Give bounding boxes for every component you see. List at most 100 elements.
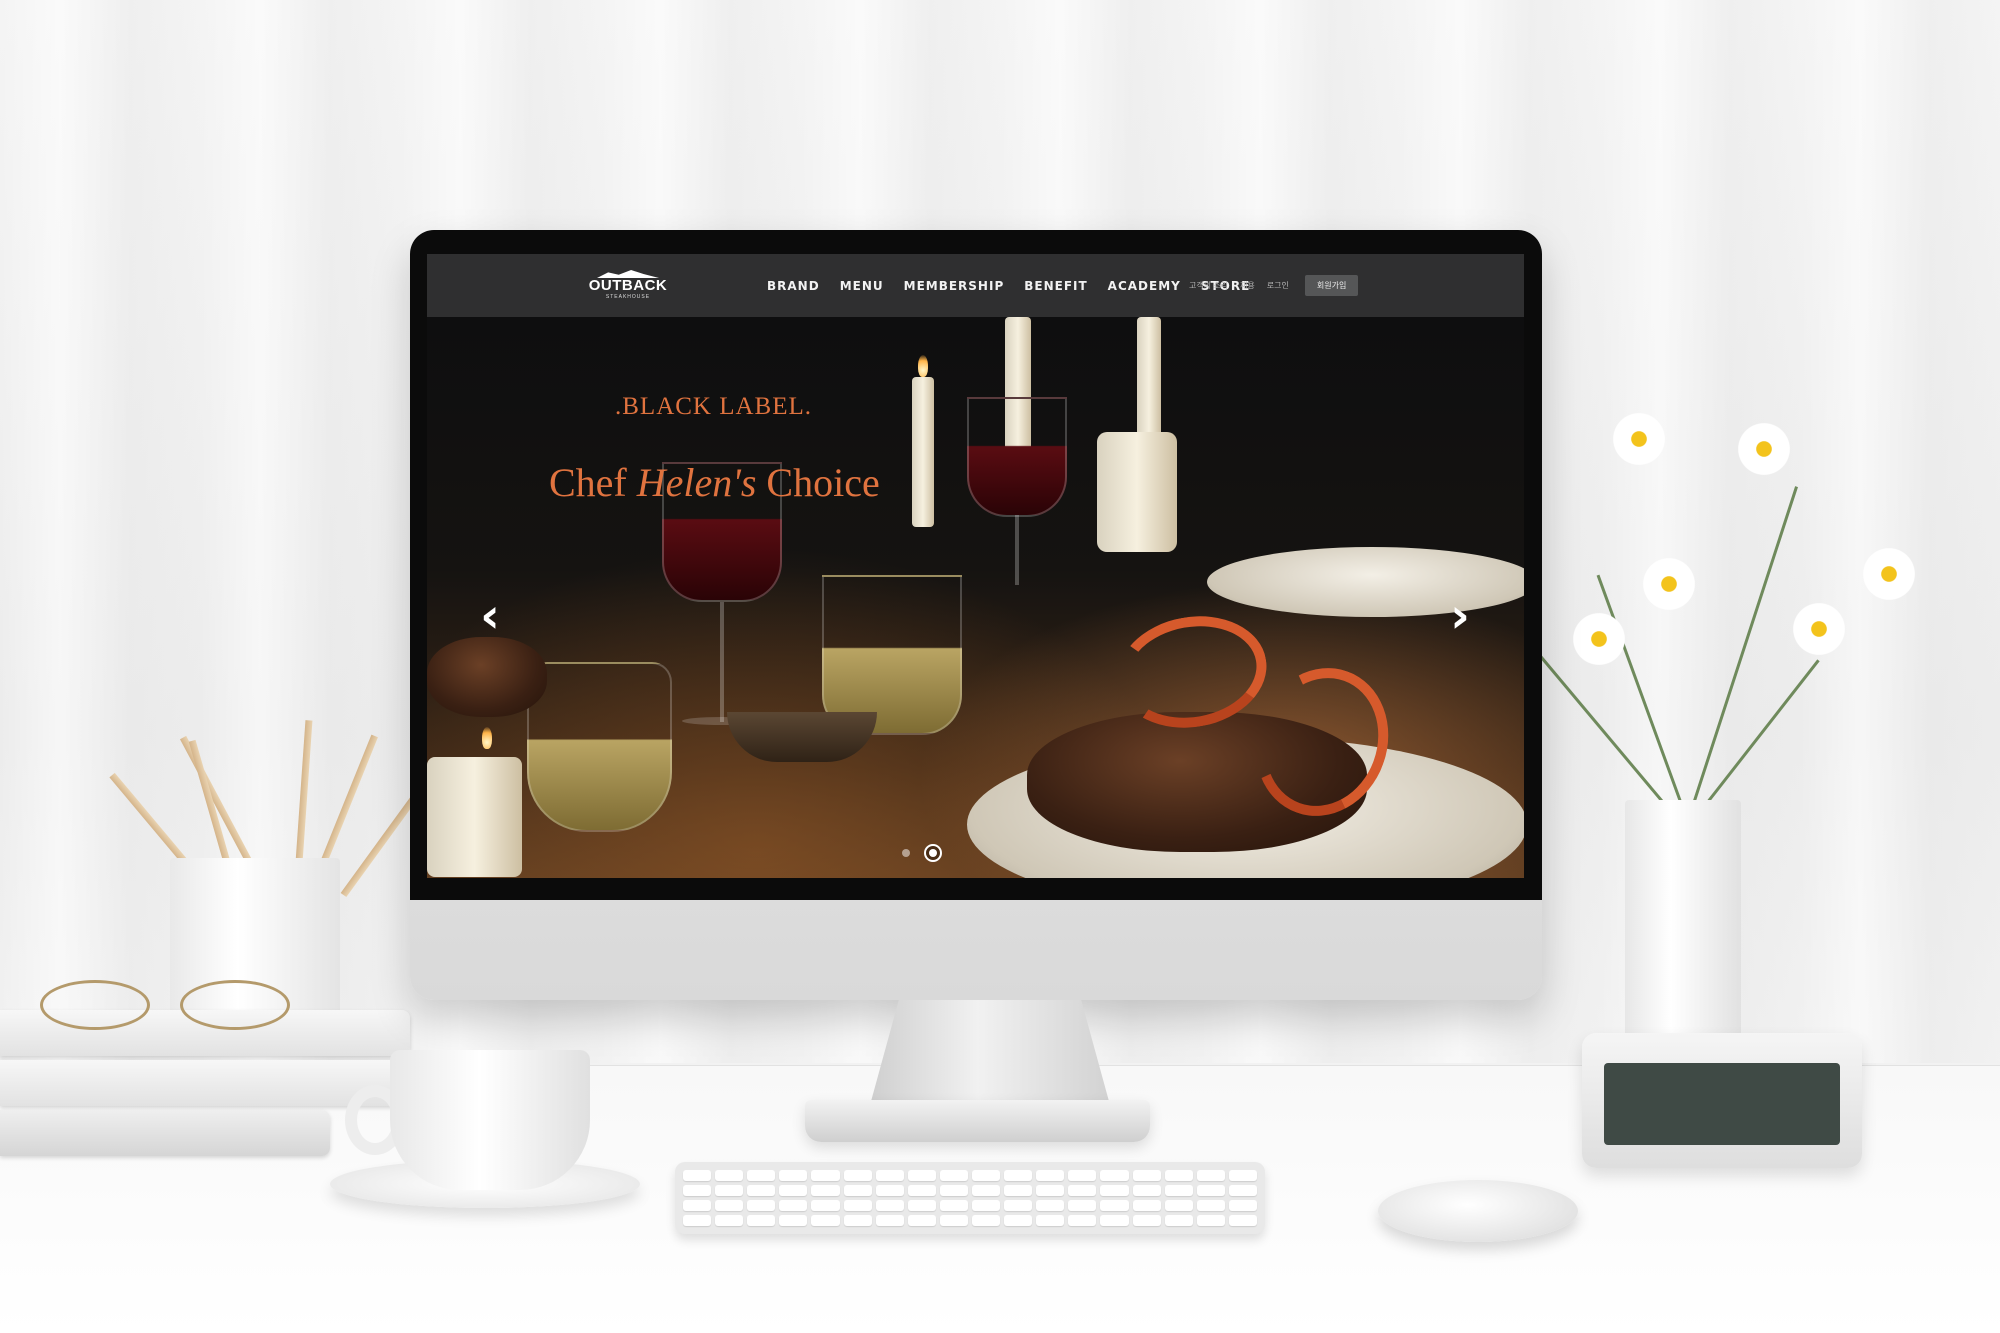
- keyboard-key: [1036, 1170, 1065, 1181]
- keyboard-key: [1068, 1200, 1097, 1211]
- keyboard-key: [1228, 1170, 1257, 1181]
- herb-bowl: [727, 712, 877, 762]
- prev-slide-arrow-icon[interactable]: ‹: [477, 591, 503, 641]
- keyboard-key: [811, 1200, 840, 1211]
- keyboard-key: [715, 1200, 744, 1211]
- keyboard-key: [715, 1170, 744, 1181]
- keyboard-key: [875, 1185, 904, 1196]
- keyboard-key: [971, 1170, 1001, 1181]
- white-wine-glass: [822, 575, 962, 735]
- keyboard-key: [971, 1185, 1001, 1196]
- keyboard-key: [747, 1170, 776, 1181]
- keyboard-key: [843, 1200, 872, 1211]
- black-label-heading: .BLACK LABEL.: [615, 393, 813, 420]
- nav-item-academy[interactable]: ACADEMY: [1108, 279, 1181, 293]
- keyboard-key: [683, 1215, 712, 1226]
- keyboard-key: [1196, 1200, 1225, 1211]
- keyboard-key: [715, 1215, 744, 1226]
- keyboard-key: [843, 1170, 872, 1181]
- logo-mountain-icon: [597, 270, 659, 278]
- keyboard-key: [1132, 1200, 1161, 1211]
- next-slide-arrow-icon[interactable]: ›: [1447, 591, 1473, 641]
- keyboard-key: [1132, 1215, 1161, 1226]
- keyboard-key: [939, 1215, 968, 1226]
- keyboard-key: [1228, 1215, 1257, 1226]
- hero-banner: .BLACK LABEL. Chef Helen's Choice ‹ ›: [427, 317, 1524, 878]
- eyeglass-lens: [40, 980, 150, 1030]
- candle: [1097, 432, 1177, 552]
- keyboard-key: [1036, 1200, 1065, 1211]
- keyboard-key: [1100, 1200, 1129, 1211]
- keyboard-key: [843, 1215, 872, 1226]
- slide-dot-active[interactable]: [924, 844, 942, 862]
- red-wine-glass: [967, 397, 1067, 517]
- daisy-flower: [1860, 545, 1918, 603]
- coffee-cup: [390, 1050, 590, 1190]
- keyboard-key: [1068, 1170, 1097, 1181]
- keyboard-key: [1004, 1185, 1033, 1196]
- keyboard-key: [1004, 1215, 1033, 1226]
- keyboard-key: [875, 1215, 904, 1226]
- candle: [912, 377, 934, 527]
- nav-item-menu[interactable]: MENU: [840, 279, 884, 293]
- glass-stem: [1015, 515, 1019, 585]
- keyboard-key: [1164, 1185, 1193, 1196]
- keyboard-key: [683, 1185, 712, 1196]
- keyboard-key: [971, 1200, 1001, 1211]
- utility-navigation: 고객의 소리 채용 로그인 회원가입: [1189, 254, 1359, 317]
- candle: [427, 757, 522, 877]
- keyboard-key: [939, 1185, 968, 1196]
- logo-wordmark: OUTBACK: [588, 277, 668, 294]
- site-header: OUTBACK STEAKHOUSE BRAND MENU MEMBERSHIP…: [427, 254, 1524, 317]
- white-vase: [1625, 800, 1741, 1040]
- keyboard-key: [1036, 1215, 1065, 1226]
- signup-button[interactable]: 회원가입: [1304, 275, 1359, 296]
- login-link[interactable]: 로그인: [1267, 280, 1289, 291]
- slide-dot[interactable]: [902, 849, 910, 857]
- keyboard-key: [1036, 1185, 1065, 1196]
- keyboard-key: [747, 1185, 776, 1196]
- keyboard-key: [683, 1170, 712, 1181]
- keyboard-key: [907, 1185, 936, 1196]
- white-wine-tumbler: [527, 662, 672, 832]
- keyboard-key: [907, 1200, 936, 1211]
- candle-flame: [918, 355, 928, 377]
- nav-item-membership[interactable]: MEMBERSHIP: [904, 279, 1005, 293]
- desk-clock: [1582, 1033, 1862, 1168]
- candle-flame: [482, 727, 492, 749]
- recruit-link[interactable]: 채용: [1240, 280, 1255, 291]
- keyboard-key: [1100, 1185, 1129, 1196]
- keyboard-key: [747, 1200, 776, 1211]
- keyboard-key: [1228, 1185, 1257, 1196]
- keyboard-key: [971, 1215, 1001, 1226]
- keyboard-key: [811, 1215, 840, 1226]
- keyboard-key: [1164, 1215, 1193, 1226]
- outback-logo[interactable]: OUTBACK STEAKHOUSE: [587, 270, 669, 302]
- keyboard-key: [939, 1200, 968, 1211]
- glass-stem: [720, 602, 724, 722]
- side-plate: [1207, 547, 1524, 617]
- daisy-flower: [1570, 610, 1628, 668]
- keyboard-key: [1196, 1170, 1225, 1181]
- slide-pagination: [902, 844, 942, 862]
- keyboard-key: [811, 1170, 840, 1181]
- eyeglasses: [40, 980, 300, 1040]
- website-screen: OUTBACK STEAKHOUSE BRAND MENU MEMBERSHIP…: [427, 254, 1524, 878]
- nav-item-brand[interactable]: BRAND: [767, 279, 820, 293]
- keyboard-key: [1068, 1215, 1097, 1226]
- main-navigation: BRAND MENU MEMBERSHIP BENEFIT ACADEMY ST…: [767, 254, 1250, 317]
- keyboard-key: [715, 1185, 744, 1196]
- keyboard-key: [779, 1200, 808, 1211]
- customer-voice-link[interactable]: 고객의 소리: [1189, 280, 1228, 291]
- hero-title-part1: Chef: [549, 460, 627, 505]
- keyboard-key: [875, 1200, 904, 1211]
- hero-title: Chef Helen's Choice: [549, 459, 880, 506]
- eyeglass-lens: [180, 980, 290, 1030]
- daisy-flower: [1640, 555, 1698, 613]
- keyboard-key: [1164, 1170, 1193, 1181]
- keyboard-key: [875, 1170, 904, 1181]
- nav-item-benefit[interactable]: BENEFIT: [1024, 279, 1087, 293]
- keyboard-key: [1100, 1170, 1129, 1181]
- keyboard-key: [843, 1185, 872, 1196]
- keyboard-key: [1228, 1200, 1257, 1211]
